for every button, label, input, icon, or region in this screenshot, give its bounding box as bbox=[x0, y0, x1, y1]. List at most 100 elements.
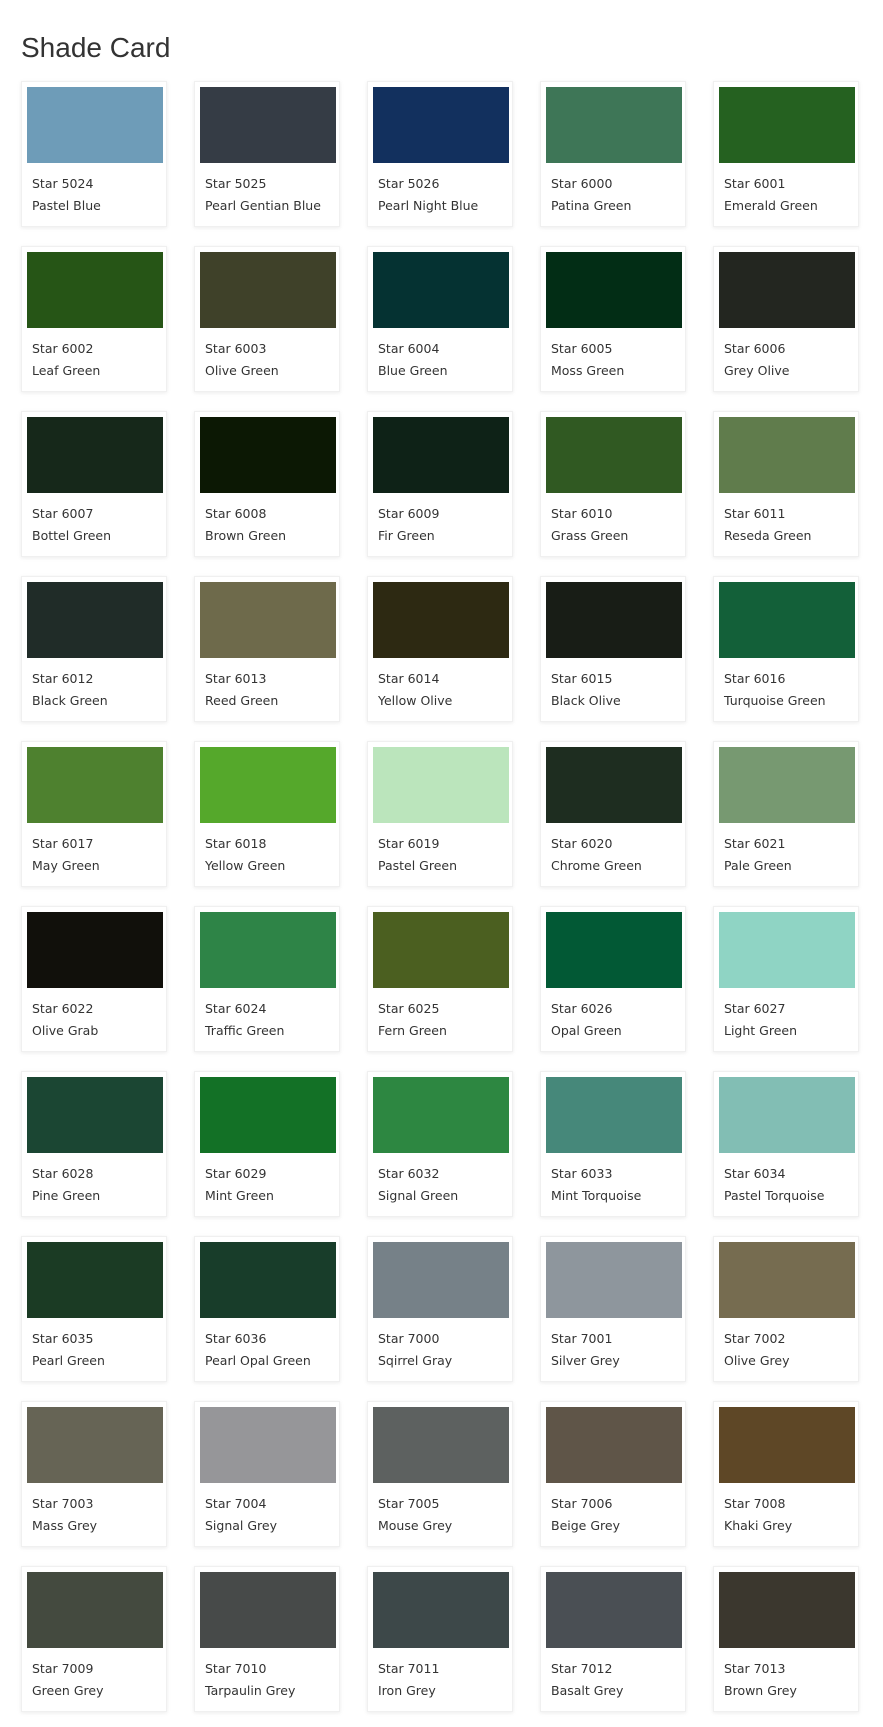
shade-code: Star 6000 bbox=[551, 176, 613, 191]
shade-card[interactable]: Star 5024 Pastel Blue bbox=[21, 81, 167, 227]
shade-card[interactable]: Star 7013 Brown Grey bbox=[713, 1566, 859, 1712]
shade-name: Grass Green bbox=[551, 528, 629, 543]
shade-card[interactable]: Star 6018 Yellow Green bbox=[194, 741, 340, 887]
color-swatch bbox=[27, 1407, 163, 1483]
shade-code: Star 6018 bbox=[205, 836, 267, 851]
color-swatch bbox=[546, 747, 682, 823]
shade-code: Star 6036 bbox=[205, 1331, 267, 1346]
shade-card[interactable]: Star 6009 Fir Green bbox=[367, 411, 513, 557]
shade-card[interactable]: Star 7010 Tarpaulin Grey bbox=[194, 1566, 340, 1712]
shade-name: Green Grey bbox=[32, 1683, 104, 1698]
color-swatch bbox=[200, 252, 336, 328]
shade-card[interactable]: Star 5025 Pearl Gentian Blue bbox=[194, 81, 340, 227]
shade-card[interactable]: Star 6004 Blue Green bbox=[367, 246, 513, 392]
shade-name: Olive Grab bbox=[32, 1023, 99, 1038]
shade-card[interactable]: Star 5026 Pearl Night Blue bbox=[367, 81, 513, 227]
shade-card[interactable]: Star 7008 Khaki Grey bbox=[713, 1401, 859, 1547]
shade-card[interactable]: Star 6022 Olive Grab bbox=[21, 906, 167, 1052]
shade-name: Traffic Green bbox=[205, 1023, 285, 1038]
color-swatch bbox=[200, 912, 336, 988]
shade-card[interactable]: Star 6026 Opal Green bbox=[540, 906, 686, 1052]
color-swatch bbox=[200, 747, 336, 823]
shade-card[interactable]: Star 6025 Fern Green bbox=[367, 906, 513, 1052]
shade-name: Khaki Grey bbox=[724, 1518, 793, 1533]
color-swatch bbox=[27, 417, 163, 493]
shade-card[interactable]: Star 6027 Light Green bbox=[713, 906, 859, 1052]
color-swatch bbox=[27, 1077, 163, 1153]
shade-code: Star 6007 bbox=[32, 506, 94, 521]
shade-card[interactable]: Star 6028 Pine Green bbox=[21, 1071, 167, 1217]
shade-card[interactable]: Star 6005 Moss Green bbox=[540, 246, 686, 392]
shade-card[interactable]: Star 6002 Leaf Green bbox=[21, 246, 167, 392]
shade-code: Star 7013 bbox=[724, 1661, 786, 1676]
shade-card[interactable]: Star 6006 Grey Olive bbox=[713, 246, 859, 392]
shade-card[interactable]: Star 6008 Brown Green bbox=[194, 411, 340, 557]
shade-code: Star 6021 bbox=[724, 836, 786, 851]
shade-card[interactable]: Star 7006 Beige Grey bbox=[540, 1401, 686, 1547]
shade-card[interactable]: Star 6014 Yellow Olive bbox=[367, 576, 513, 722]
shade-card[interactable]: Star 6000 Patina Green bbox=[540, 81, 686, 227]
shade-card[interactable]: Star 7011 Iron Grey bbox=[367, 1566, 513, 1712]
shade-card[interactable]: Star 7009 Green Grey bbox=[21, 1566, 167, 1712]
shade-code: Star 7010 bbox=[205, 1661, 267, 1676]
color-swatch bbox=[200, 1407, 336, 1483]
shade-card[interactable]: Star 6029 Mint Green bbox=[194, 1071, 340, 1217]
shade-card[interactable]: Star 7012 Basalt Grey bbox=[540, 1566, 686, 1712]
shade-card[interactable]: Star 6017 May Green bbox=[21, 741, 167, 887]
shade-code: Star 6034 bbox=[724, 1166, 786, 1181]
shade-card-page: Shade Card Star 5024 Pastel Blue Star 5025… bbox=[21, 0, 863, 1712]
color-swatch bbox=[373, 1407, 509, 1483]
shade-card[interactable]: Star 6010 Grass Green bbox=[540, 411, 686, 557]
shade-card[interactable]: Star 6020 Chrome Green bbox=[540, 741, 686, 887]
shade-card[interactable]: Star 6001 Emerald Green bbox=[713, 81, 859, 227]
shade-card[interactable]: Star 6013 Reed Green bbox=[194, 576, 340, 722]
shade-name: Pearl Night Blue bbox=[378, 198, 479, 213]
shade-name: Fir Green bbox=[378, 528, 435, 543]
shade-code: Star 5025 bbox=[205, 176, 267, 191]
shade-code: Star 6010 bbox=[551, 506, 613, 521]
shade-card[interactable]: Star 6032 Signal Green bbox=[367, 1071, 513, 1217]
shade-name: Beige Grey bbox=[551, 1518, 620, 1533]
shade-code: Star 6012 bbox=[32, 671, 94, 686]
shade-name: Yellow Olive bbox=[378, 693, 453, 708]
shade-card[interactable]: Star 7005 Mouse Grey bbox=[367, 1401, 513, 1547]
shade-card[interactable]: Star 7001 Silver Grey bbox=[540, 1236, 686, 1382]
shade-card[interactable]: Star 6016 Turquoise Green bbox=[713, 576, 859, 722]
color-swatch bbox=[719, 252, 855, 328]
shade-name: Opal Green bbox=[551, 1023, 622, 1038]
shade-card[interactable]: Star 7000 Sqirrel Gray bbox=[367, 1236, 513, 1382]
shade-card[interactable]: Star 6035 Pearl Green bbox=[21, 1236, 167, 1382]
shade-card[interactable]: Star 6003 Olive Green bbox=[194, 246, 340, 392]
shade-name: Brown Green bbox=[205, 528, 287, 543]
shade-card[interactable]: Star 6011 Reseda Green bbox=[713, 411, 859, 557]
shade-code: Star 6013 bbox=[205, 671, 267, 686]
shade-card[interactable]: Star 7002 Olive Grey bbox=[713, 1236, 859, 1382]
shade-code: Star 6003 bbox=[205, 341, 267, 356]
shade-card[interactable]: Star 6024 Traffic Green bbox=[194, 906, 340, 1052]
color-swatch bbox=[200, 1572, 336, 1648]
shade-card[interactable]: Star 7004 Signal Grey bbox=[194, 1401, 340, 1547]
shade-code: Star 7002 bbox=[724, 1331, 786, 1346]
color-swatch bbox=[27, 747, 163, 823]
shade-card[interactable]: Star 6033 Mint Torquoise bbox=[540, 1071, 686, 1217]
shade-card[interactable]: Star 6019 Pastel Green bbox=[367, 741, 513, 887]
shade-code: Star 6014 bbox=[378, 671, 440, 686]
color-swatch bbox=[373, 912, 509, 988]
shade-card[interactable]: Star 6007 Bottel Green bbox=[21, 411, 167, 557]
shade-card[interactable]: Star 6021 Pale Green bbox=[713, 741, 859, 887]
shade-grid: Star 5024 Pastel Blue Star 5025 Pearl Genti… bbox=[21, 81, 863, 1712]
color-swatch bbox=[27, 1242, 163, 1318]
shade-name: Light Green bbox=[724, 1023, 798, 1038]
color-swatch bbox=[373, 582, 509, 658]
color-swatch bbox=[200, 582, 336, 658]
shade-card[interactable]: Star 6036 Pearl Opal Green bbox=[194, 1236, 340, 1382]
shade-code: Star 6029 bbox=[205, 1166, 267, 1181]
color-swatch bbox=[719, 1077, 855, 1153]
shade-code: Star 6001 bbox=[724, 176, 786, 191]
shade-card[interactable]: Star 6015 Black Olive bbox=[540, 576, 686, 722]
shade-code: Star 6020 bbox=[551, 836, 613, 851]
shade-card[interactable]: Star 6034 Pastel Torquoise bbox=[713, 1071, 859, 1217]
shade-card[interactable]: Star 7003 Mass Grey bbox=[21, 1401, 167, 1547]
color-swatch bbox=[546, 1242, 682, 1318]
shade-card[interactable]: Star 6012 Black Green bbox=[21, 576, 167, 722]
